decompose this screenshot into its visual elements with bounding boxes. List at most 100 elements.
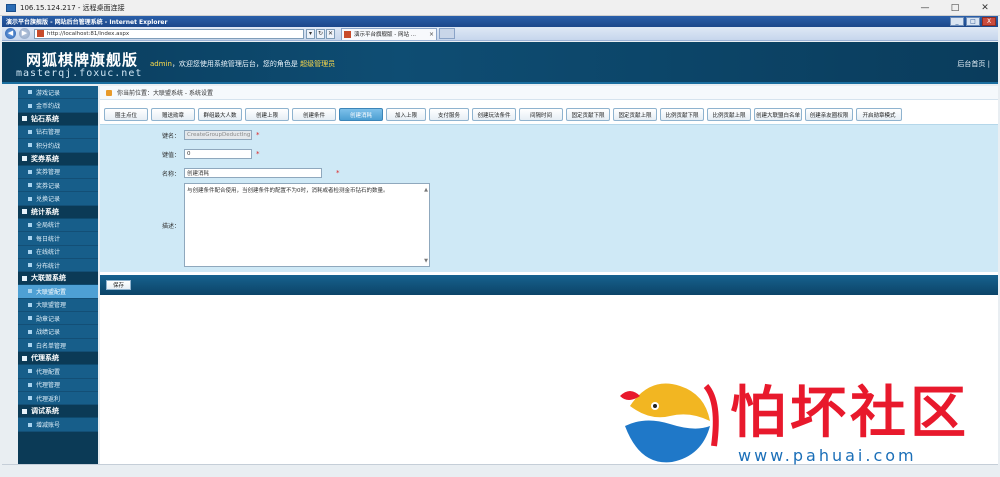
desc-text: 与创建条件配合使用，当创建条件的配置不为0时，消耗或者检测金币钻石的数量。 — [187, 188, 389, 194]
tab-close-icon[interactable]: × — [429, 31, 434, 38]
config-tab[interactable]: 开启勋章模式 — [856, 108, 902, 121]
config-tab[interactable]: 创建消耗 — [339, 108, 383, 121]
sidebar-item[interactable]: 钻石管理 — [18, 125, 98, 140]
desc-textarea[interactable]: 与创建条件配合使用，当创建条件的配置不为0时，消耗或者检测金币钻石的数量。 ▲ … — [184, 183, 430, 267]
maximize-button[interactable]: □ — [940, 0, 970, 16]
refresh-button[interactable]: ↻ — [316, 28, 325, 39]
sidebar-item[interactable]: 奖券记录 — [18, 178, 98, 193]
config-tab[interactable]: 创建上限 — [245, 108, 289, 121]
sidebar-label: 大联盟系统 — [31, 274, 66, 283]
sidebar-item[interactable]: 兑换记录 — [18, 192, 98, 206]
back-button[interactable]: ◀ — [5, 28, 16, 39]
config-tab[interactable]: 创建条件 — [292, 108, 336, 121]
location-icon — [106, 89, 112, 96]
config-tab[interactable]: 创建亲友圈权限 — [805, 108, 853, 121]
sidebar-item[interactable]: 奖券管理 — [18, 165, 98, 179]
sidebar-item[interactable]: 增减账号 — [18, 418, 98, 432]
sidebar-item[interactable]: 代理返利 — [18, 392, 98, 406]
config-tab[interactable]: 比例贡献下限 — [660, 108, 704, 121]
sidebar-item[interactable]: 代理配置 — [18, 365, 98, 379]
item-bullet-icon — [28, 236, 32, 241]
desc-row: 描述： 与创建条件配合使用，当创建条件的配置不为0时，消耗或者检测金币钻石的数量… — [100, 183, 430, 267]
stop-button[interactable]: ✕ — [326, 28, 335, 39]
config-tab[interactable]: 支付服务 — [429, 108, 469, 121]
item-bullet-icon — [28, 143, 32, 148]
sidebar-group[interactable]: 大联盟系统 — [18, 272, 98, 286]
config-tab[interactable]: 固定贡献下限 — [566, 108, 610, 121]
welcome-message: admin，欢迎您使用系统管理后台，您的角色是 超级管理员 — [150, 59, 335, 69]
sidebar-group[interactable]: 调试系统 — [18, 405, 98, 419]
textarea-scroll-up-icon[interactable]: ▲ — [424, 187, 428, 193]
sidebar-label: 大联盟管理 — [36, 302, 67, 310]
name-input[interactable]: 创建消耗 — [184, 168, 322, 178]
config-tab[interactable]: 创建大联盟白名单 — [754, 108, 802, 121]
sidebar-item[interactable]: 每日统计 — [18, 232, 98, 246]
config-tab[interactable]: 比例贡献上限 — [707, 108, 751, 121]
item-bullet-icon — [28, 396, 32, 401]
address-bar[interactable]: http://localhost:81/Index.aspx — [34, 28, 304, 39]
group-square-icon — [22, 408, 27, 414]
sidebar-label: 代理配置 — [36, 368, 61, 376]
item-bullet-icon — [28, 90, 32, 95]
sidebar-group[interactable]: 代理系统 — [18, 352, 98, 366]
new-tab-button[interactable] — [439, 28, 455, 39]
name-required-mark: * — [336, 169, 340, 177]
sidebar-label: 奖券系统 — [31, 154, 59, 163]
group-square-icon — [22, 209, 27, 215]
sidebar-group[interactable]: 奖券系统 — [18, 152, 98, 166]
sidebar-item[interactable]: 白名单管理 — [18, 338, 98, 353]
remote-desktop-title: 106.15.124.217 - 远程桌面连接 — [20, 3, 125, 12]
sidebar-item[interactable]: 全局统计 — [18, 218, 98, 233]
config-tab[interactable]: 间隔时间 — [519, 108, 563, 121]
sidebar-item[interactable]: 大联盟管理 — [18, 298, 98, 313]
sidebar-label: 大联盟配置 — [36, 288, 67, 296]
browser-tab[interactable]: 演示平台旗舰版 - 网站 ... × — [341, 27, 437, 40]
minimize-button[interactable]: — — [910, 0, 940, 16]
sidebar-item[interactable]: 金币约战 — [18, 99, 98, 113]
welcome-user: admin — [150, 60, 172, 68]
address-dropdown-button[interactable]: ▾ — [306, 28, 315, 39]
close-button[interactable]: ✕ — [970, 0, 1000, 16]
sidebar-item[interactable]: 游戏记录 — [18, 86, 98, 100]
sidebar-item[interactable]: 战绩记录 — [18, 325, 98, 339]
ie-close-button[interactable]: X — [982, 17, 996, 26]
textarea-scroll-down-icon[interactable]: ▼ — [424, 258, 428, 264]
config-tab[interactable]: 加入上限 — [386, 108, 426, 121]
value-label: 键值： — [161, 151, 180, 159]
item-bullet-icon — [28, 382, 32, 387]
sidebar-item[interactable]: 分布统计 — [18, 258, 98, 273]
sidebar-label: 代理管理 — [36, 382, 61, 390]
config-tab[interactable]: 圈主点位 — [104, 108, 148, 121]
sidebar-item[interactable]: 在线统计 — [18, 245, 98, 259]
item-bullet-icon — [28, 169, 32, 174]
group-square-icon — [22, 355, 27, 361]
sidebar-group[interactable]: 钻石系统 — [18, 112, 98, 126]
sidebar-label: 每日统计 — [36, 235, 61, 243]
sidebar-item[interactable]: 积分约战 — [18, 139, 98, 153]
sidebar-item[interactable]: 大联盟配置 — [18, 285, 98, 299]
sidebar: 游戏记录金币约战 钻石系统 钻石管理 积分约战 奖券系统奖券管理奖券记录兑换记录 统计系统… — [18, 86, 98, 464]
item-bullet-icon — [28, 422, 32, 427]
value-input[interactable]: 0 — [184, 149, 252, 159]
config-tab[interactable]: 创建玩法条件 — [472, 108, 516, 121]
breadcrumb: 你当前位置：大联盟系统 - 系统设置 — [100, 86, 998, 100]
sidebar-group[interactable]: 统计系统 — [18, 205, 98, 219]
backend-home-link[interactable]: 后台首页 | — [957, 59, 990, 69]
watermark-text: 怕坏社区 — [730, 380, 970, 446]
save-button[interactable]: 保存 — [106, 280, 132, 290]
sidebar-label: 游戏记录 — [36, 89, 61, 97]
ie-maximize-button[interactable]: □ — [966, 17, 980, 26]
forward-button[interactable]: ▶ — [19, 28, 30, 39]
sidebar-label: 奖券记录 — [36, 182, 61, 190]
sidebar-item[interactable]: 代理管理 — [18, 378, 98, 393]
config-tab[interactable]: 固定贡献上限 — [613, 108, 657, 121]
sidebar-item[interactable]: 勋章记录 — [18, 312, 98, 326]
ie-minimize-button[interactable]: _ — [950, 17, 964, 26]
config-tab[interactable]: 群组最大人数 — [198, 108, 242, 121]
remote-desktop-icon — [6, 3, 16, 12]
item-bullet-icon — [28, 183, 32, 188]
address-text[interactable]: http://localhost:81/Index.aspx — [47, 31, 129, 37]
config-tab[interactable]: 赠送勋章 — [151, 108, 195, 121]
item-bullet-icon — [28, 302, 32, 307]
logo-subtitle: masterqj.foxuc.net — [16, 68, 143, 79]
